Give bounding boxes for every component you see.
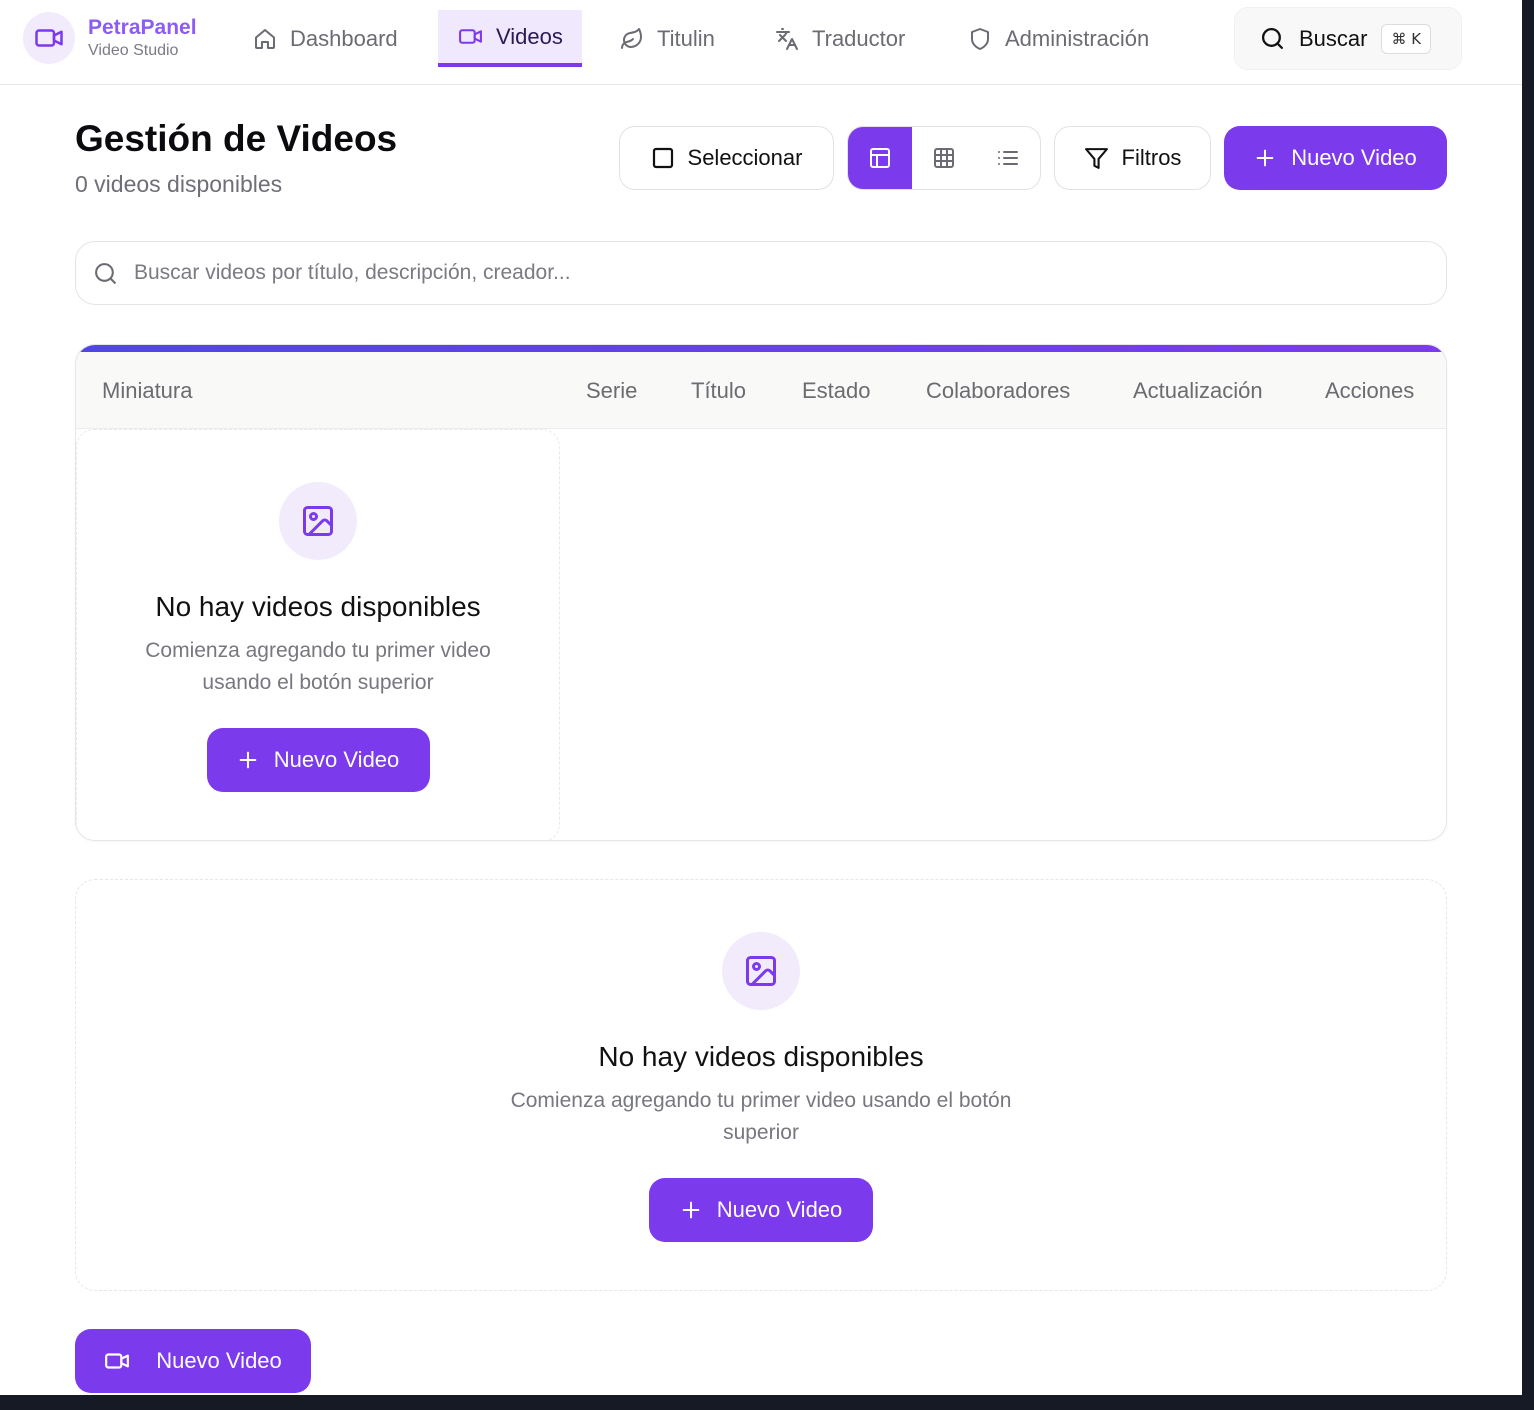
empty-new-video-label: Nuevo Video xyxy=(273,747,400,772)
plus-icon xyxy=(680,1199,717,1221)
empty-card-new-video-label: Nuevo Video xyxy=(716,1197,843,1222)
nav-item-label: Videos xyxy=(496,23,563,49)
column-header-serie[interactable]: Serie xyxy=(586,352,637,429)
empty-state-text: Comienza agregando tu primer video usand… xyxy=(510,1089,1012,1144)
shield-icon xyxy=(968,27,1005,51)
grid-icon xyxy=(932,146,956,170)
home-icon xyxy=(253,27,290,51)
nav-item-titulin[interactable]: Titulin xyxy=(620,10,715,67)
list-view-button[interactable] xyxy=(976,127,1040,189)
image-icon xyxy=(300,503,336,539)
select-button[interactable]: Seleccionar xyxy=(619,126,834,190)
new-video-button-label: Nuevo Video xyxy=(1291,145,1417,170)
column-header-colaboradores[interactable]: Colaboradores xyxy=(926,352,1070,429)
search-icon xyxy=(93,261,118,286)
empty-image-badge xyxy=(279,482,357,560)
select-button-label: Seleccionar xyxy=(687,145,803,170)
column-header-actualizacion[interactable]: Actualización xyxy=(1133,352,1263,429)
nav-item-dashboard[interactable]: Dashboard xyxy=(253,10,398,67)
floating-new-video-label: Nuevo Video xyxy=(156,1348,282,1373)
video-camera-icon xyxy=(458,24,496,49)
brand-text: PetraPanel Video Studio xyxy=(88,16,197,60)
view-mode-toggle xyxy=(847,126,1041,190)
column-header-acciones[interactable]: Acciones xyxy=(1325,352,1414,429)
filters-button-label: Filtros xyxy=(1121,145,1182,170)
video-search-bar xyxy=(75,241,1447,305)
brand-name: PetraPanel xyxy=(88,16,197,39)
search-icon xyxy=(1260,26,1299,51)
plus-icon xyxy=(237,749,274,771)
grid-view-button[interactable] xyxy=(912,127,976,189)
nav-item-label: Administración xyxy=(1005,25,1150,51)
layout-icon xyxy=(868,146,892,170)
floating-new-video-button[interactable]: Nuevo Video xyxy=(75,1329,311,1393)
table-accent-bar xyxy=(76,345,1446,352)
video-count: 0 videos disponibles xyxy=(75,171,283,197)
videos-table: Miniatura Serie Título Estado Colaborado… xyxy=(75,344,1447,841)
empty-state-title: No hay videos disponibles xyxy=(155,591,481,622)
brand-subtitle: Video Studio xyxy=(88,42,179,59)
empty-state-title: No hay videos disponibles xyxy=(598,1041,924,1072)
page-title: Gestión de Videos xyxy=(75,118,398,159)
nav-item-label: Titulin xyxy=(657,25,715,51)
table-header: Miniatura Serie Título Estado Colaborado… xyxy=(76,352,1446,429)
top-navbar: PetraPanel Video Studio Dashboard Videos… xyxy=(0,0,1522,85)
page: PetraPanel Video Studio Dashboard Videos… xyxy=(0,0,1522,1395)
empty-new-video-button[interactable]: Nuevo Video xyxy=(206,728,430,792)
column-header-estado[interactable]: Estado xyxy=(802,352,871,429)
empty-image-badge xyxy=(722,932,800,1010)
checkbox-icon xyxy=(651,146,688,170)
empty-card-new-video-button[interactable]: Nuevo Video xyxy=(649,1178,873,1242)
list-icon xyxy=(996,146,1020,170)
global-search-button[interactable]: Buscar ⌘ K xyxy=(1234,7,1462,70)
image-icon xyxy=(743,953,779,989)
nav-item-label: Traductor xyxy=(812,25,906,51)
filters-button[interactable]: Filtros xyxy=(1054,126,1211,190)
keyboard-shortcut: ⌘ K xyxy=(1381,23,1432,54)
column-header-miniatura[interactable]: Miniatura xyxy=(102,352,192,429)
search-button-label: Buscar xyxy=(1299,25,1368,51)
brand-logo xyxy=(23,12,75,64)
video-camera-icon xyxy=(34,23,64,53)
table-view-button[interactable] xyxy=(848,127,912,189)
leaf-icon xyxy=(620,27,657,51)
translate-icon xyxy=(775,27,812,51)
nav-item-label: Dashboard xyxy=(290,25,398,51)
nav-item-traductor[interactable]: Traductor xyxy=(775,10,905,67)
nav-item-administracion[interactable]: Administración xyxy=(968,10,1149,67)
empty-state-text: Comienza agregando tu primer video usand… xyxy=(145,639,491,694)
plus-icon xyxy=(1254,147,1291,169)
filter-icon xyxy=(1084,146,1122,171)
table-empty-state: No hay videos disponibles Comienza agreg… xyxy=(76,429,560,840)
column-header-titulo[interactable]: Título xyxy=(691,352,746,429)
new-video-button[interactable]: Nuevo Video xyxy=(1224,126,1447,190)
video-search-input[interactable] xyxy=(134,261,1334,285)
video-camera-icon xyxy=(104,1348,156,1374)
brand[interactable]: PetraPanel Video Studio xyxy=(23,12,197,64)
videos-empty-card: No hay videos disponibles Comienza agreg… xyxy=(75,879,1447,1291)
nav-item-videos[interactable]: Videos xyxy=(438,10,582,67)
